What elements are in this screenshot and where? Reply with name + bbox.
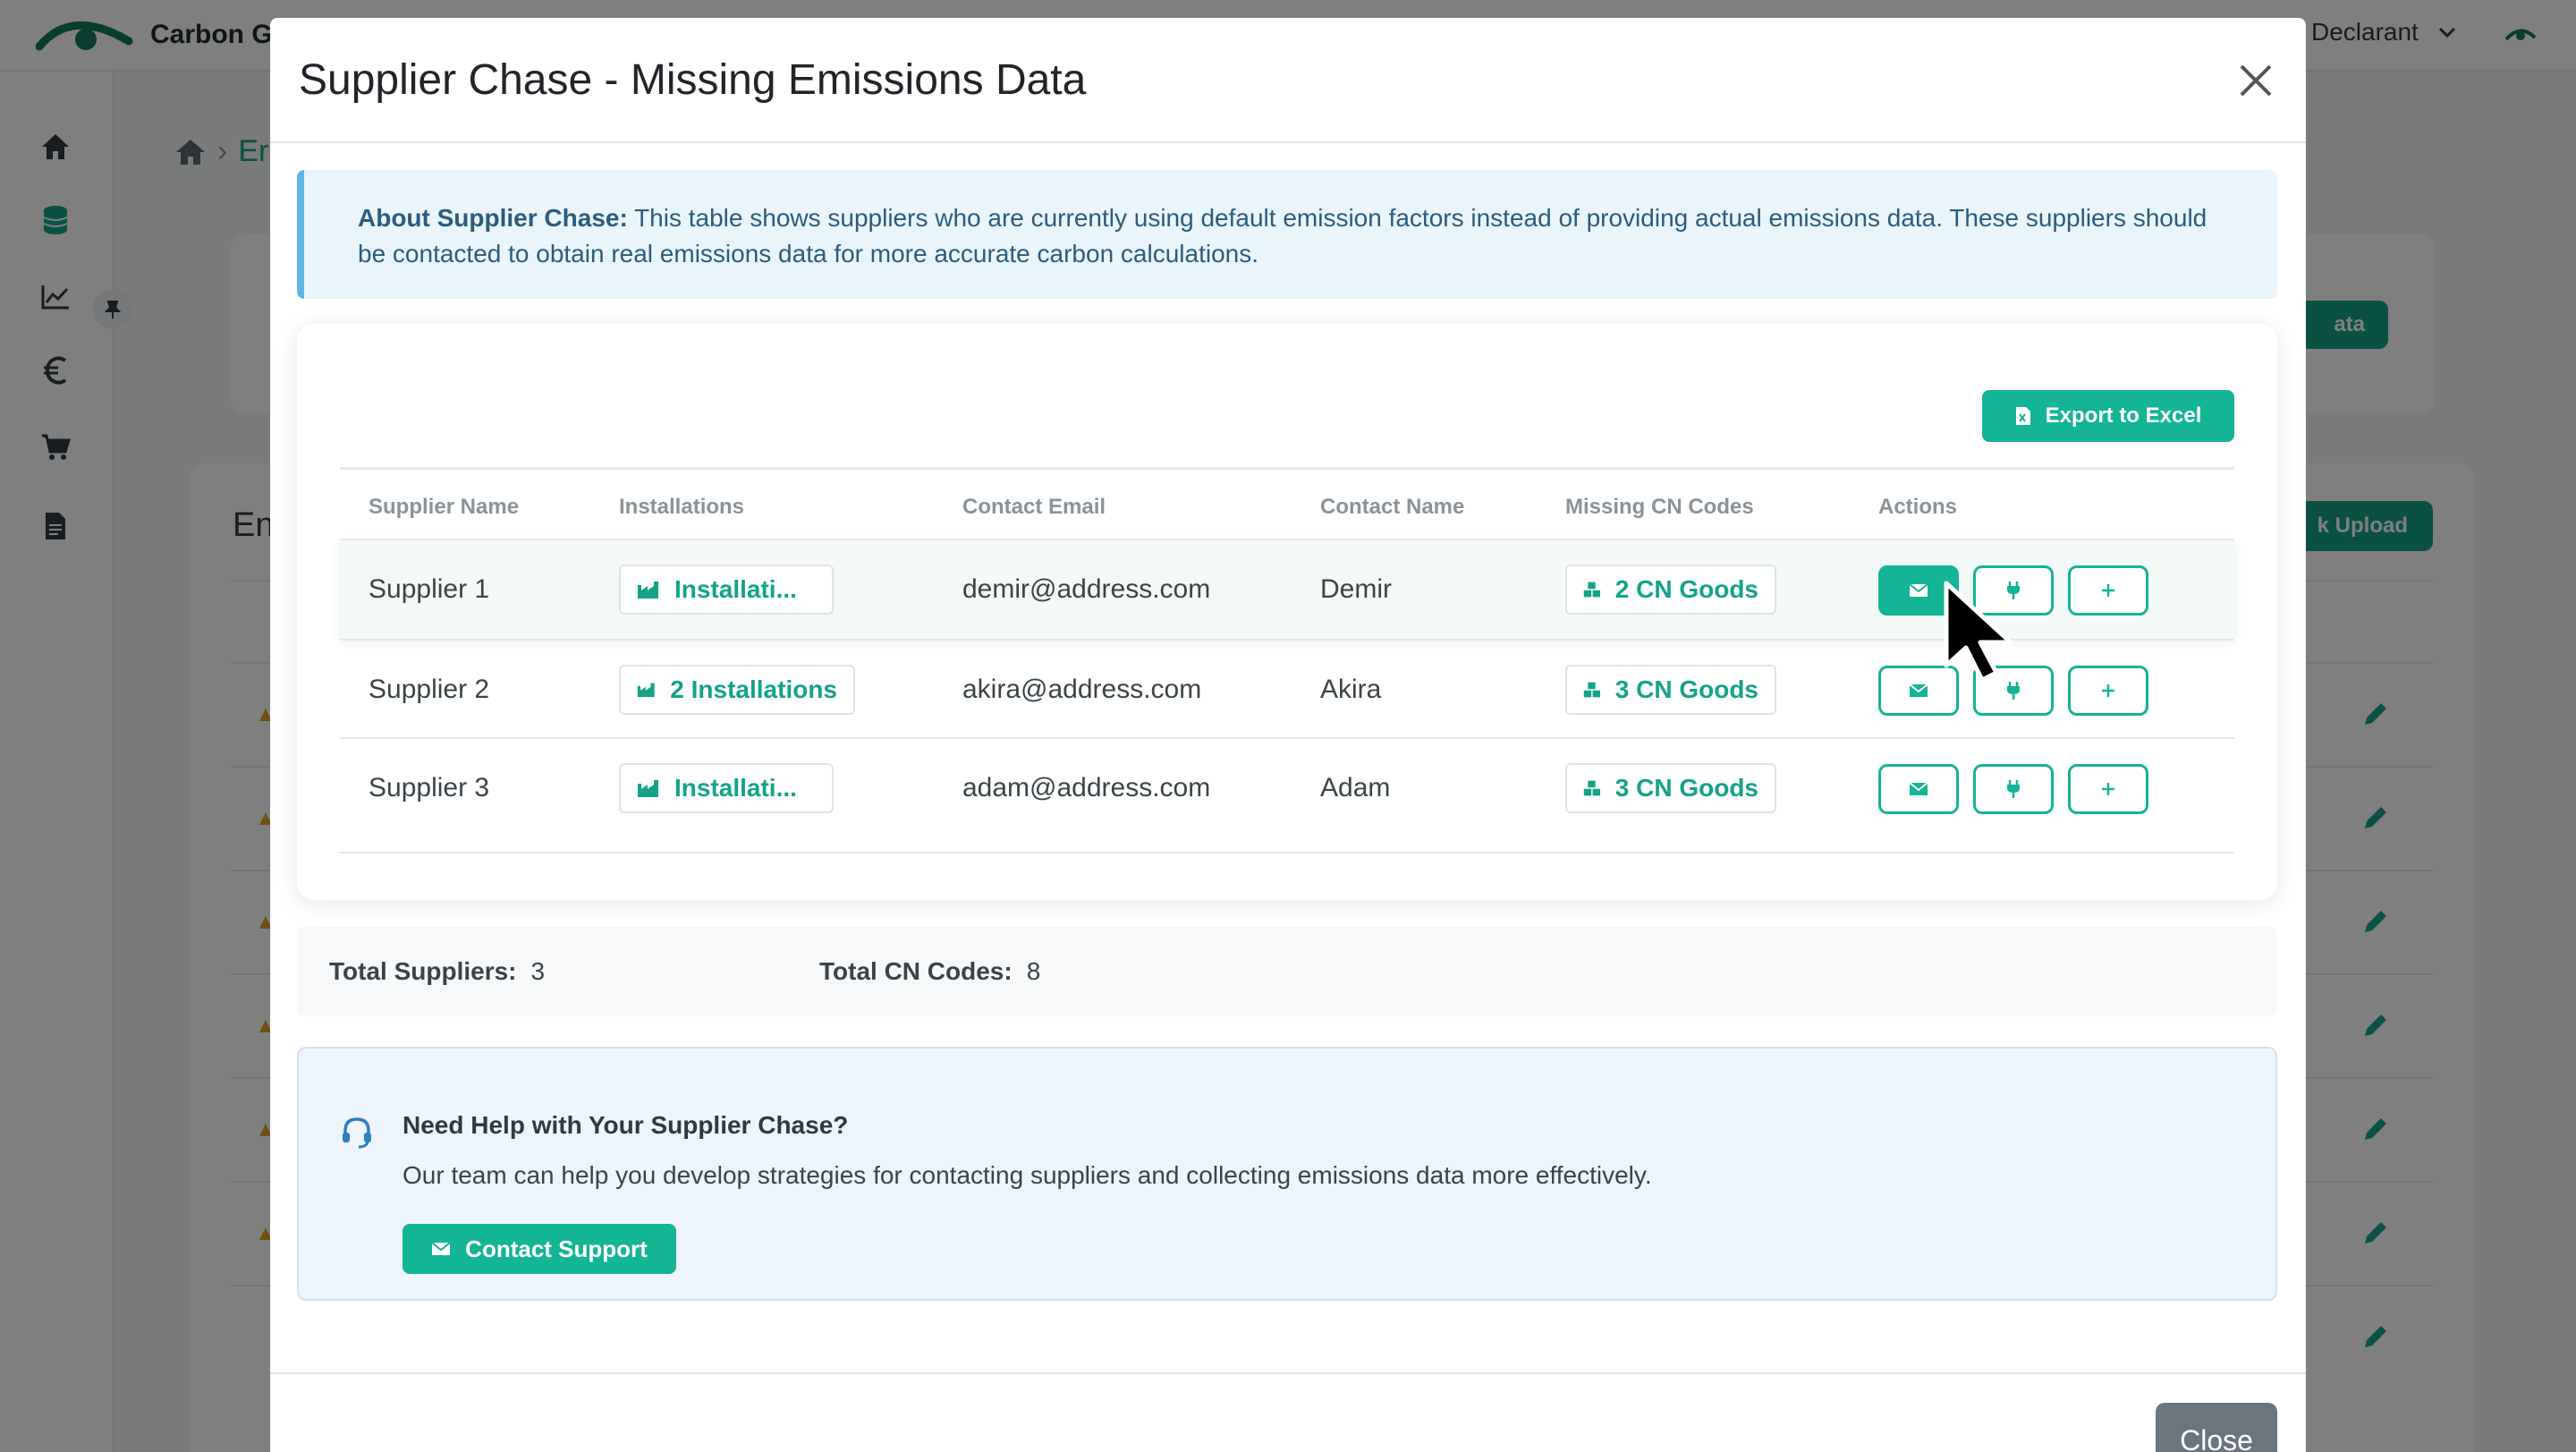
mouse-cursor-icon bbox=[1944, 581, 2013, 683]
table-bottom-border bbox=[340, 852, 2234, 853]
modal-header: Supplier Chase - Missing Emissions Data bbox=[270, 18, 2306, 143]
add-button[interactable] bbox=[2068, 764, 2148, 814]
factory-icon bbox=[638, 582, 658, 599]
boxes-icon bbox=[1583, 582, 1601, 598]
boxes-icon bbox=[1583, 780, 1601, 796]
help-title: Need Help with Your Supplier Chase? bbox=[402, 1111, 849, 1139]
envelope-icon bbox=[1909, 583, 1928, 597]
add-button[interactable] bbox=[2068, 666, 2148, 716]
total-cn-codes-label: Total CN Codes: bbox=[819, 957, 1013, 985]
modal-footer-divider bbox=[270, 1372, 2306, 1374]
table-row: Supplier 3 Installati... adam@address.co… bbox=[340, 737, 2234, 837]
contact-email: adam@address.com bbox=[962, 773, 1211, 802]
envelope-icon bbox=[1909, 782, 1928, 795]
info-alert: About Supplier Chase: This table shows s… bbox=[297, 170, 2277, 299]
installations-button[interactable]: Installati... bbox=[619, 565, 834, 615]
column-header[interactable]: Contact Name bbox=[1320, 495, 1464, 520]
total-suppliers-value: 3 bbox=[530, 957, 546, 985]
installations-label: 2 Installations bbox=[670, 675, 837, 703]
total-cn-codes: Total CN Codes: 8 bbox=[819, 957, 1040, 986]
headset-icon bbox=[343, 1117, 371, 1149]
supplier-name: Supplier 2 bbox=[369, 675, 490, 704]
supplier-name: Supplier 1 bbox=[369, 574, 490, 604]
info-label: About Supplier Chase: bbox=[358, 204, 628, 232]
email-supplier-button[interactable] bbox=[1878, 764, 1959, 814]
contact-support-label: Contact Support bbox=[465, 1235, 648, 1262]
cn-goods-label: 2 CN Goods bbox=[1614, 575, 1758, 603]
boxes-icon bbox=[1583, 682, 1601, 698]
info-text: This table shows suppliers who are curre… bbox=[358, 204, 2207, 267]
contact-support-button[interactable]: Contact Support bbox=[402, 1224, 676, 1274]
connect-supplier-button[interactable] bbox=[1973, 764, 2054, 814]
installations-button[interactable]: Installati... bbox=[619, 763, 834, 813]
contact-name: Demir bbox=[1320, 574, 1392, 604]
add-button[interactable] bbox=[2068, 565, 2148, 616]
contact-name: Akira bbox=[1320, 675, 1382, 704]
export-label: Export to Excel bbox=[2045, 403, 2202, 428]
plus-icon bbox=[2102, 584, 2114, 597]
column-header[interactable]: Supplier Name bbox=[369, 495, 519, 520]
column-header[interactable]: Contact Email bbox=[962, 495, 1106, 520]
envelope-icon bbox=[431, 1242, 451, 1255]
cn-goods-button[interactable]: 3 CN Goods bbox=[1565, 665, 1776, 715]
factory-icon bbox=[638, 780, 658, 797]
installations-label: Installati... bbox=[674, 575, 797, 603]
total-suppliers: Total Suppliers: 3 bbox=[329, 957, 545, 986]
export-to-excel-button[interactable]: Export to Excel bbox=[1982, 390, 2234, 442]
help-text: Our team can help you develop strategies… bbox=[402, 1161, 1652, 1189]
cn-goods-button[interactable]: 3 CN Goods bbox=[1565, 763, 1776, 813]
plug-icon bbox=[2007, 780, 2020, 798]
installations-button[interactable]: 2 Installations bbox=[619, 665, 855, 715]
modal-title: Supplier Chase - Missing Emissions Data bbox=[299, 56, 1087, 104]
total-cn-codes-value: 8 bbox=[1026, 957, 1041, 985]
cn-goods-label: 3 CN Goods bbox=[1614, 774, 1758, 802]
cn-goods-button[interactable]: 2 CN Goods bbox=[1565, 565, 1776, 615]
plus-icon bbox=[2102, 684, 2114, 697]
contact-email: akira@address.com bbox=[962, 675, 1202, 704]
envelope-icon bbox=[1909, 684, 1928, 697]
table-header: Supplier Name Installations Contact Emai… bbox=[340, 467, 2234, 539]
column-header[interactable]: Missing CN Codes bbox=[1565, 495, 1754, 520]
close-button[interactable]: Close bbox=[2156, 1403, 2277, 1452]
help-panel: Need Help with Your Supplier Chase? Our … bbox=[297, 1047, 2277, 1301]
installations-label: Installati... bbox=[674, 774, 797, 802]
excel-file-icon bbox=[2015, 407, 2030, 425]
supplier-name: Supplier 3 bbox=[369, 773, 490, 802]
factory-icon bbox=[637, 683, 655, 698]
close-icon[interactable] bbox=[2236, 61, 2275, 100]
plus-icon bbox=[2102, 783, 2114, 795]
total-suppliers-label: Total Suppliers: bbox=[329, 957, 517, 985]
cn-goods-label: 3 CN Goods bbox=[1614, 675, 1758, 703]
column-header[interactable]: Installations bbox=[619, 495, 744, 520]
supplier-chase-modal: Supplier Chase - Missing Emissions Data … bbox=[270, 18, 2306, 1452]
totals-bar: Total Suppliers: 3 Total CN Codes: 8 bbox=[297, 927, 2277, 1016]
contact-email: demir@address.com bbox=[962, 574, 1211, 604]
column-header: Actions bbox=[1878, 495, 1958, 519]
contact-name: Adam bbox=[1320, 773, 1391, 802]
